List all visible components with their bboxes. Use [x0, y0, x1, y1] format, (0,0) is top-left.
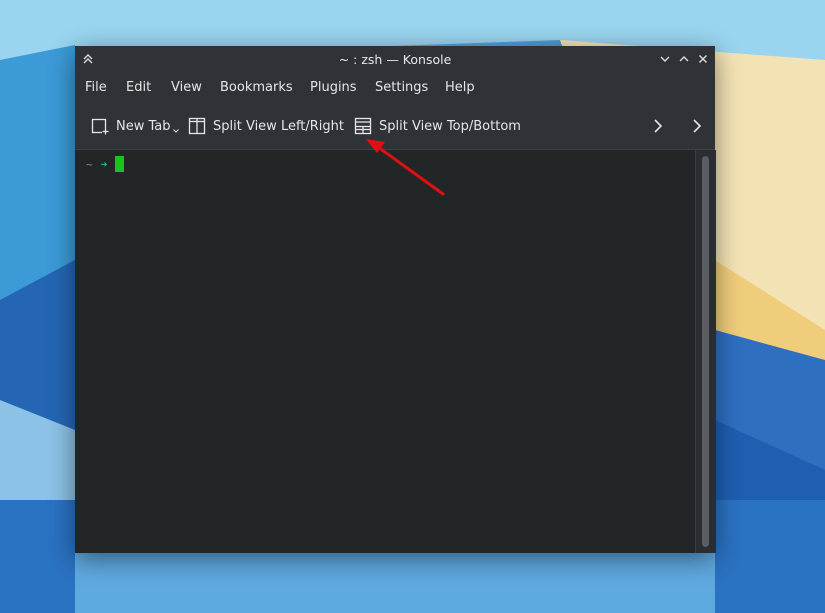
- new-tab-icon: [91, 118, 109, 135]
- scrollbar-thumb[interactable]: [702, 156, 709, 547]
- split-top-bottom-button[interactable]: Split View Top/Bottom: [354, 116, 521, 136]
- menu-plugins[interactable]: Plugins: [310, 80, 357, 95]
- minimize-button[interactable]: [657, 51, 673, 67]
- toolbar-overflow-chevron-icon[interactable]: [687, 115, 707, 137]
- close-button[interactable]: [695, 51, 711, 67]
- split-left-right-label: Split View Left/Right: [213, 118, 345, 134]
- split-horizontal-icon: [354, 117, 372, 135]
- shell-prompt: ~ ➜: [86, 156, 125, 172]
- new-tab-label: New Tab: [116, 118, 171, 134]
- konsole-window: ~ : zsh — Konsole File Edit View Bookmar…: [75, 46, 716, 553]
- menu-view[interactable]: View: [171, 80, 202, 95]
- menu-edit[interactable]: Edit: [126, 80, 151, 95]
- text-cursor: [115, 156, 125, 172]
- window-title: ~ : zsh — Konsole: [338, 52, 452, 67]
- close-icon: [699, 55, 707, 63]
- menu-file[interactable]: File: [85, 80, 107, 95]
- chevron-up-icon: [679, 56, 689, 62]
- menu-help[interactable]: Help: [445, 80, 475, 95]
- terminal-scrollbar[interactable]: [695, 150, 716, 553]
- menu-bar: File Edit View Bookmarks Plugins Setting…: [75, 73, 715, 103]
- menu-bookmarks[interactable]: Bookmarks: [220, 80, 293, 95]
- split-top-bottom-label: Split View Top/Bottom: [379, 118, 521, 134]
- terminal-area[interactable]: ~ ➜: [75, 150, 695, 553]
- split-left-right-button[interactable]: Split View Left/Right: [188, 116, 344, 136]
- split-vertical-icon: [188, 117, 206, 135]
- menu-settings[interactable]: Settings: [375, 80, 428, 95]
- dropdown-arrow-icon[interactable]: [172, 127, 180, 135]
- chevron-right-icon[interactable]: [648, 115, 668, 137]
- maximize-button[interactable]: [676, 51, 692, 67]
- main-toolbar: New Tab Split View Left/Right Split View…: [75, 103, 715, 150]
- prompt-arrow-icon: ➜: [100, 157, 108, 171]
- chevron-down-icon: [660, 56, 670, 62]
- title-bar[interactable]: ~ : zsh — Konsole: [75, 46, 715, 73]
- prompt-directory: ~: [86, 157, 93, 171]
- new-tab-button[interactable]: New Tab: [91, 116, 180, 136]
